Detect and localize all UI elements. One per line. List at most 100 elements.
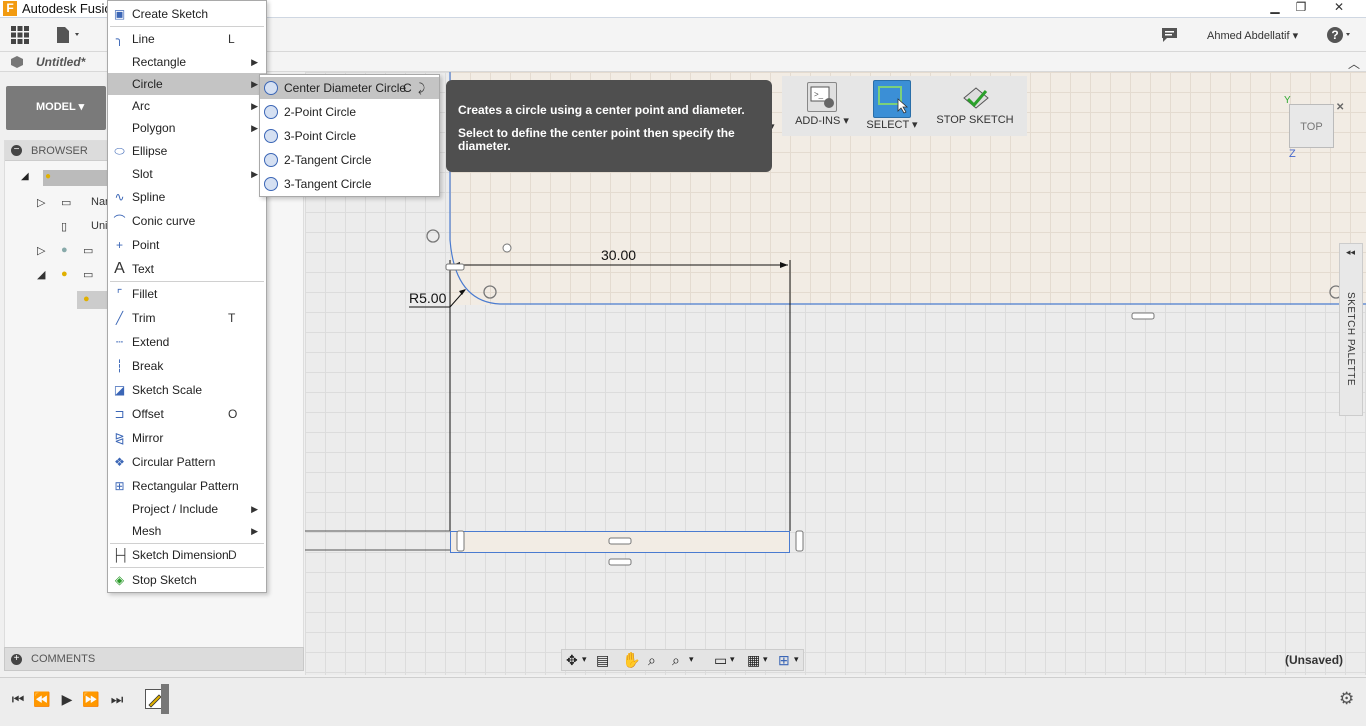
submenu-item-3-tangent-circle[interactable]: 3-Tangent Circle xyxy=(260,173,439,195)
circle-submenu: Center Diameter Circle C ⤸ 2-Point Circle … xyxy=(259,74,440,197)
extend-icon: ┄ xyxy=(115,335,124,349)
lightbulb-icon[interactable]: ● xyxy=(61,268,68,280)
menu-item-spline[interactable]: ∿ Spline xyxy=(108,186,266,208)
tree-item-origin[interactable]: ▷ ● ▭ xyxy=(37,244,93,257)
timeline-play-icon[interactable]: ▶ xyxy=(58,690,76,708)
menu-item-offset[interactable]: ⊐ Offset O xyxy=(108,403,266,425)
expand-plus-icon[interactable]: + xyxy=(11,654,22,665)
menu-item-arc[interactable]: Arc ▶ xyxy=(108,95,266,117)
menu-item-project-include[interactable]: Project / Include ▶ xyxy=(108,498,266,520)
menu-item-rectangular-pattern[interactable]: ⊞ Rectangular Pattern xyxy=(108,475,266,497)
gear-icon[interactable]: ⚙ xyxy=(1339,689,1354,709)
text-icon: A xyxy=(114,260,125,277)
menu-item-circle[interactable]: Circle ▶ xyxy=(108,73,266,95)
timeline-first-icon[interactable]: ⏮ xyxy=(9,690,27,708)
menu-separator xyxy=(110,281,264,282)
menu-item-stop-sketch[interactable]: ◈ Stop Sketch xyxy=(108,569,266,591)
workspace-switcher[interactable]: MODEL ▾ xyxy=(6,86,106,130)
dimension-radius[interactable]: R5.00 xyxy=(409,290,446,306)
submenu-arrow-icon: ▶ xyxy=(251,504,258,514)
expand-triangle-icon[interactable]: ▷ xyxy=(37,245,45,257)
navigation-bar: ✥ ▾ ▤ ✋ ⌕ ⌕ ▾ ▭ ▾ ▦ ▾ ⊞ ▾ xyxy=(561,649,804,671)
fit-zoom-icon[interactable]: ⌕ xyxy=(672,652,680,669)
sketch-palette-tab[interactable]: ◂◂ SKETCH PALETTE xyxy=(1339,243,1363,416)
stop-sketch-button[interactable]: STOP SKETCH xyxy=(934,78,1016,136)
menu-item-break[interactable]: ┆ Break xyxy=(108,355,266,377)
timeline-prev-icon[interactable]: ⏪ xyxy=(33,690,51,708)
expand-triangle-icon[interactable]: ◢ xyxy=(37,269,45,281)
lightbulb-icon[interactable]: ● xyxy=(83,293,90,305)
orbit-icon[interactable]: ✥ xyxy=(566,652,578,669)
timeline-marker[interactable] xyxy=(161,684,169,714)
viewcube-close-icon[interactable]: ✕ xyxy=(1336,102,1344,113)
timeline-next-icon[interactable]: ⏩ xyxy=(82,690,100,708)
submenu-arrow-icon: ▶ xyxy=(251,101,258,111)
lightbulb-icon[interactable]: ● xyxy=(45,171,51,182)
menu-item-fillet[interactable]: ⌜ Fillet xyxy=(108,283,266,305)
menu-item-conic-curve[interactable]: ⌒ Conic curve xyxy=(108,210,266,232)
submenu-item-2-point-circle[interactable]: 2-Point Circle xyxy=(260,101,439,123)
menu-item-line[interactable]: ╮ Line L xyxy=(108,28,266,50)
tree-item-sketches[interactable]: ◢ ● ▭ xyxy=(37,268,93,281)
menu-item-mirror[interactable]: ⧎ Mirror xyxy=(108,427,266,449)
dimension-width[interactable]: 30.00 xyxy=(601,247,636,263)
menu-item-point[interactable]: + Point xyxy=(108,234,266,256)
pan-hand-icon[interactable]: ✋ xyxy=(622,651,641,669)
submenu-arrow-icon: ▶ xyxy=(251,526,258,536)
menu-item-circular-pattern[interactable]: ❖ Circular Pattern xyxy=(108,451,266,473)
submenu-item-3-point-circle[interactable]: 3-Point Circle xyxy=(260,125,439,147)
lightbulb-icon[interactable]: ● xyxy=(61,244,68,256)
tree-item-label: Uni xyxy=(91,220,108,232)
dropdown-arrow-icon[interactable]: ▾ xyxy=(582,654,587,665)
expand-left-icon[interactable]: ◂◂ xyxy=(1346,247,1355,258)
dropdown-arrow-icon[interactable]: ▾ xyxy=(689,654,694,665)
expand-triangle-icon[interactable]: ▷ xyxy=(37,197,45,209)
addins-button[interactable]: >_ ADD-INS ▾ xyxy=(792,78,852,136)
select-button[interactable]: SELECT ▾ xyxy=(862,78,922,136)
circular-pattern-icon: ❖ xyxy=(114,455,125,469)
submenu-item-2-tangent-circle[interactable]: 2-Tangent Circle xyxy=(260,149,439,171)
menu-item-trim[interactable]: ╱ Trim T xyxy=(108,307,266,329)
menu-item-rectangle[interactable]: Rectangle ▶ xyxy=(108,51,266,73)
menu-item-sketch-dimension[interactable]: ├┤ Sketch Dimension D xyxy=(108,544,266,566)
tooltip-line-2: Select to define the center point then s… xyxy=(458,126,735,153)
menu-item-text[interactable]: A Text xyxy=(108,258,266,280)
display-settings-icon[interactable]: ▭ xyxy=(714,652,727,669)
collapse-minus-icon[interactable]: − xyxy=(11,145,22,156)
customize-shortcut-icon[interactable]: ⤸ xyxy=(418,77,425,99)
submenu-item-center-diameter-circle[interactable]: Center Diameter Circle C ⤸ xyxy=(260,77,439,99)
menu-item-ellipse[interactable]: ⬭ Ellipse xyxy=(108,140,266,162)
tree-item-sketch1[interactable]: ● xyxy=(77,291,107,309)
timeline-last-icon[interactable]: ⏭ xyxy=(108,690,126,708)
viewcube[interactable]: TOP xyxy=(1289,104,1334,148)
dropdown-arrow-icon[interactable]: ▾ xyxy=(794,654,799,665)
stop-sketch-icon: ◈ xyxy=(114,573,125,587)
comments-panel[interactable]: + COMMENTS xyxy=(4,647,304,671)
offset-icon: ⊐ xyxy=(114,407,125,421)
viewcube-face-label: TOP xyxy=(1300,121,1323,133)
conic-curve-icon: ⌒ xyxy=(113,214,126,228)
menu-item-extend[interactable]: ┄ Extend xyxy=(108,331,266,353)
tree-root[interactable]: ◢ ● (U xyxy=(21,170,143,186)
look-at-icon[interactable]: ▤ xyxy=(596,652,609,669)
menu-separator xyxy=(110,26,264,27)
menu-item-slot[interactable]: Slot ▶ xyxy=(108,163,266,185)
zoom-icon[interactable]: ⌕ xyxy=(648,652,656,669)
workspace-label: MODEL ▾ xyxy=(36,101,85,113)
menu-item-sketch-scale[interactable]: ◪ Sketch Scale xyxy=(108,379,266,401)
grid-settings-icon[interactable]: ▦ xyxy=(747,652,760,669)
expand-triangle-icon[interactable]: ◢ xyxy=(21,171,29,182)
dropdown-arrow-icon[interactable]: ▾ xyxy=(730,654,735,665)
tree-item-units[interactable]: ▯ Uni xyxy=(61,220,108,233)
menu-separator xyxy=(110,567,264,568)
tree-item-named-views[interactable]: ▷ ▭ Nar xyxy=(37,196,109,209)
viewports-icon[interactable]: ⊞ xyxy=(778,652,790,669)
three-point-circle-icon xyxy=(264,129,278,143)
stop-sketch-label: STOP SKETCH xyxy=(936,114,1014,126)
dropdown-arrow-icon[interactable]: ▾ xyxy=(763,654,768,665)
sketch-create-menu: ▣ Create Sketch ╮ Line L Rectangle ▶ Circle ▶… xyxy=(107,0,267,593)
menu-item-polygon[interactable]: Polygon ▶ xyxy=(108,117,266,139)
create-sketch-icon: ▣ xyxy=(113,7,126,21)
menu-item-mesh[interactable]: Mesh ▶ xyxy=(108,520,266,542)
menu-item-create-sketch[interactable]: ▣ Create Sketch xyxy=(108,3,266,25)
